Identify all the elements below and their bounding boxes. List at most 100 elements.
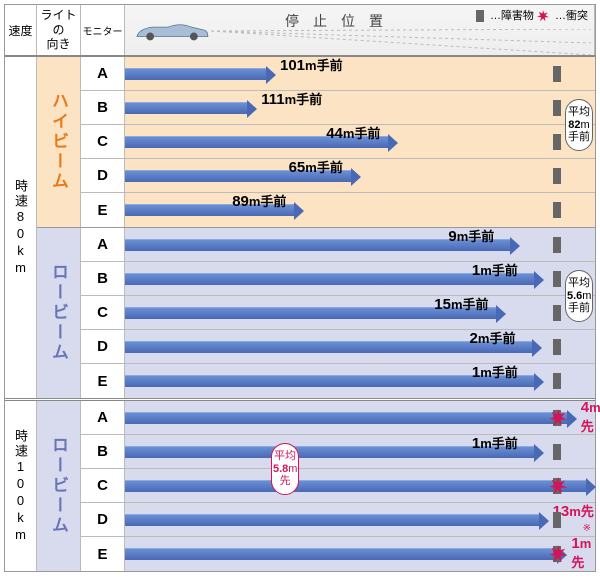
hdr-stop: 停止位置 …障害物 …衝突 <box>125 5 595 55</box>
obstacle-icon <box>553 202 561 218</box>
note: ※ <box>583 523 591 534</box>
track: 1m先 <box>125 537 595 571</box>
track: 65m手前 <box>125 159 595 192</box>
stop-label: 停止位置 <box>285 11 397 31</box>
block-100-lo: ロービーム 平均5.8m先 A4m先B 1m手前 C12m先D13m先※E1m先 <box>37 401 595 571</box>
track: 9m手前 <box>125 228 595 261</box>
rows-g1: 平均82m手前 A 101m手前 B 111m手前 C44m手前D 65m手前 E 89m手前 <box>81 57 595 227</box>
obstacle-icon <box>553 339 561 355</box>
distance-bar <box>125 102 247 114</box>
monitor-cell: A <box>81 228 125 261</box>
rows-g3: 平均5.8m先 A4m先B 1m手前 C12m先D13m先※E1m先 <box>81 401 595 571</box>
distance-value: 44m手前 <box>326 123 380 142</box>
crash-icon <box>549 477 567 498</box>
table-row: D13m先※ <box>81 503 595 537</box>
distance-value: 111m手前 <box>261 89 322 108</box>
distance-bar <box>125 68 266 80</box>
beam-lines <box>211 29 591 55</box>
monitor-cell: B <box>81 435 125 468</box>
monitor-cell: E <box>81 364 125 398</box>
obstacle-icon <box>553 237 561 253</box>
monitor-cell: A <box>81 57 125 90</box>
light-lo-1: ロービーム <box>37 228 81 398</box>
track: 1m手前 <box>125 435 595 468</box>
distance-value: 2m手前 <box>470 328 516 347</box>
distance-bar <box>125 480 586 492</box>
table-row: D 65m手前 <box>81 159 595 193</box>
track: 15m手前 <box>125 296 595 329</box>
track: 1m手前 <box>125 262 595 295</box>
light-lo-2: ロービーム <box>37 401 81 571</box>
speed-100: 時速100km <box>5 401 37 571</box>
obstacle-icon <box>553 66 561 82</box>
track: 2m手前 <box>125 330 595 363</box>
track: 1m手前 <box>125 364 595 398</box>
legend-crash: …衝突 <box>555 10 588 22</box>
obstacle-icon <box>553 100 561 116</box>
obstacle-icon <box>553 271 561 287</box>
track: 111m手前 <box>125 91 595 124</box>
avg-g2: 平均5.6m手前 <box>565 270 593 322</box>
car-icon <box>133 19 211 43</box>
track: 4m先 <box>125 401 595 434</box>
table-row: E1m先 <box>81 537 595 571</box>
distance-value: 101m手前 <box>280 55 343 74</box>
avg-g1: 平均82m手前 <box>565 99 593 151</box>
avg-g3: 平均5.8m先 <box>271 443 299 495</box>
table-row: C12m先 <box>81 469 595 503</box>
distance-bar <box>125 412 567 424</box>
body: 時速80km ハイビーム 平均82m手前 A101m手前B111m手前C44m手… <box>5 57 595 571</box>
section-100km: 時速100km ロービーム 平均5.8m先 A4m先B 1m手前 C12m先D13m… <box>5 401 595 571</box>
hdr-monitor: モニター <box>81 5 125 55</box>
monitor-cell: D <box>81 503 125 536</box>
obstacle-icon <box>553 373 561 389</box>
table-row: C44m手前 <box>81 125 595 159</box>
monitor-cell: A <box>81 401 125 434</box>
monitor-cell: B <box>81 262 125 295</box>
track: 44m手前 <box>125 125 595 158</box>
crash-icon <box>537 10 549 22</box>
track: 101m手前 <box>125 57 595 90</box>
monitor-cell: B <box>81 91 125 124</box>
table-row: D 2m手前 <box>81 330 595 364</box>
distance-value: 9m手前 <box>448 226 494 245</box>
table-row: E 89m手前 <box>81 193 595 227</box>
block-80-hi: ハイビーム 平均82m手前 A 101m手前 B 111m手前 C44m手前D 65m手前… <box>37 57 595 228</box>
block-80-lo: ロービーム 平均5.6m手前 A 9m手前 B 1m手前 C 15m手前 D 2m手前 E 1m手… <box>37 228 595 398</box>
distance-value: 65m手前 <box>289 157 343 176</box>
monitor-cell: D <box>81 330 125 363</box>
light-hi: ハイビーム <box>37 57 81 227</box>
speed-80: 時速80km <box>5 57 37 398</box>
distance-value: 1m手前 <box>472 362 518 381</box>
distance-value: 4m先 <box>581 399 600 435</box>
distance-value: 89m手前 <box>232 191 286 210</box>
monitor-cell: C <box>81 296 125 329</box>
hdr-speed: 速度 <box>5 5 37 55</box>
crash-icon <box>549 545 567 566</box>
section-80km: 時速80km ハイビーム 平均82m手前 A101m手前B111m手前C44m手… <box>5 57 595 401</box>
obstacle-icon <box>553 512 561 528</box>
table-row: A 9m手前 <box>81 228 595 262</box>
distance-bar <box>125 514 539 526</box>
header-row: 速度 ライトの 向き モニター 停止位置 …障害物 …衝突 <box>5 5 595 57</box>
crash-icon <box>549 409 567 430</box>
distance-value: 1m手前 <box>472 433 518 452</box>
table-row: A 101m手前 <box>81 57 595 91</box>
track: 12m先 <box>125 469 595 502</box>
table-row: C 15m手前 <box>81 296 595 330</box>
legend: …障害物 …衝突 <box>470 7 588 23</box>
distance-bar <box>125 548 557 560</box>
table-row: E 1m手前 <box>81 364 595 398</box>
track: 13m先※ <box>125 503 595 536</box>
table-row: B 1m手前 <box>81 262 595 296</box>
rows-g2: 平均5.6m手前 A 9m手前 B 1m手前 C 15m手前 D 2m手前 E 1m手前 <box>81 228 595 398</box>
table-row: A4m先 <box>81 401 595 435</box>
table-row: B 1m手前 <box>81 435 595 469</box>
monitor-cell: D <box>81 159 125 192</box>
obstacle-icon <box>553 444 561 460</box>
distance-value: 15m手前 <box>434 294 488 313</box>
distance-value: 1m手前 <box>472 260 518 279</box>
monitor-cell: E <box>81 193 125 227</box>
monitor-cell: E <box>81 537 125 571</box>
table-row: B 111m手前 <box>81 91 595 125</box>
